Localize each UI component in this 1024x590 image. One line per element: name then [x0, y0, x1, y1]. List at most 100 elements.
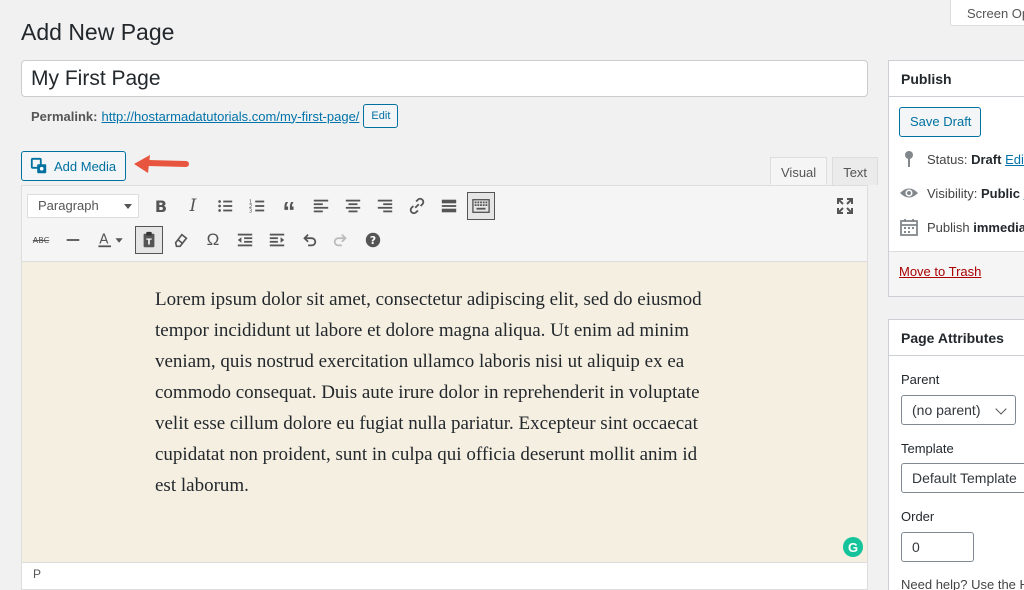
- pin-icon: [905, 151, 913, 167]
- status-value: Draft: [971, 151, 1002, 167]
- svg-text:3: 3: [249, 208, 252, 214]
- strikethrough-icon: ABC: [32, 235, 50, 245]
- chevron-down-icon: [995, 403, 1007, 415]
- move-to-trash-link[interactable]: Move to Trash: [899, 264, 981, 279]
- page-attributes-title: Page Attributes: [889, 320, 1024, 356]
- bullet-list-button[interactable]: [211, 192, 239, 220]
- insert-link-button[interactable]: [403, 192, 431, 220]
- bold-icon: B: [154, 196, 168, 216]
- content-paragraph[interactable]: Lorem ipsum dolor sit amet, consectetur …: [155, 284, 715, 501]
- format-select-value: Paragraph: [38, 198, 99, 213]
- publish-value: immediat: [973, 219, 1024, 235]
- eye-icon: [900, 188, 918, 198]
- editor-tabs: Visual Text: [770, 157, 879, 185]
- grammarly-icon[interactable]: G: [843, 537, 863, 557]
- annotation-arrow-icon: [134, 155, 189, 173]
- keyboard-shortcuts-button[interactable]: ?: [359, 226, 387, 254]
- screen-options-tab[interactable]: Screen Op: [950, 0, 1024, 26]
- blockquote-button[interactable]: “: [275, 192, 303, 226]
- publish-box-title: Publish: [889, 61, 1024, 97]
- media-icon: [30, 157, 47, 174]
- undo-button[interactable]: [295, 226, 323, 254]
- strikethrough-button[interactable]: ABC: [27, 226, 55, 254]
- editor-path-statusbar: P: [22, 562, 867, 584]
- redo-icon: [333, 233, 347, 247]
- bullet-list-icon: [218, 200, 233, 212]
- page-attributes-box: Page Attributes Parent (no parent) Templ…: [888, 319, 1024, 590]
- status-label: Status:: [927, 151, 968, 167]
- parent-select-value: (no parent): [912, 402, 981, 418]
- tab-visual[interactable]: Visual: [770, 157, 828, 185]
- paste-as-text-button[interactable]: T: [135, 226, 163, 254]
- bold-button[interactable]: B: [147, 192, 175, 220]
- add-media-button[interactable]: Add Media: [21, 151, 126, 181]
- content-editor: Paragraph B I 123 “ ABC A T Ω ? Lorem ip…: [21, 185, 868, 590]
- clear-formatting-button[interactable]: [167, 226, 195, 254]
- italic-button[interactable]: I: [179, 192, 207, 220]
- fullscreen-icon: [837, 198, 853, 214]
- parent-select[interactable]: (no parent): [901, 395, 1016, 425]
- svg-text:A: A: [99, 232, 109, 248]
- numbered-list-icon: 123: [249, 199, 265, 214]
- permalink-edit-button[interactable]: Edit: [363, 104, 399, 128]
- numbered-list-button[interactable]: 123: [243, 192, 271, 220]
- align-right-button[interactable]: [371, 192, 399, 220]
- toolbar-row-1: Paragraph B I 123 “: [27, 192, 495, 226]
- special-character-button[interactable]: Ω: [199, 226, 227, 254]
- template-select[interactable]: Default Template: [901, 463, 1024, 493]
- text-color-icon: A: [98, 232, 123, 248]
- order-input[interactable]: [901, 532, 974, 562]
- page-title-input[interactable]: [21, 60, 868, 97]
- undo-icon: [303, 233, 317, 247]
- parent-label: Parent: [901, 372, 940, 387]
- help-icon: ?: [365, 232, 381, 248]
- horizontal-line-button[interactable]: [59, 226, 87, 254]
- tab-text[interactable]: Text: [832, 157, 879, 185]
- read-more-button[interactable]: [435, 192, 463, 220]
- add-media-label: Add Media: [54, 158, 117, 174]
- permalink-row: Permalink: http://hostarmadatutorials.co…: [31, 104, 399, 128]
- link-icon: [409, 197, 425, 215]
- visibility-row: Visibility: Public E: [899, 183, 1024, 203]
- outdent-icon: [237, 233, 253, 247]
- save-draft-button[interactable]: Save Draft: [899, 107, 981, 137]
- order-label: Order: [901, 509, 935, 524]
- format-select[interactable]: Paragraph: [27, 194, 139, 218]
- indent-icon: [269, 233, 285, 247]
- template-select-value: Default Template: [912, 470, 1017, 486]
- visibility-label: Visibility:: [927, 185, 978, 201]
- fullscreen-button[interactable]: [835, 196, 857, 218]
- permalink-url-link[interactable]: http://hostarmadatutorials.com/my-first-…: [101, 109, 359, 124]
- help-text: Need help? Use the H: [901, 577, 1024, 590]
- align-right-icon: [377, 199, 393, 213]
- calendar-icon: [900, 219, 918, 236]
- horizontal-line-icon: [66, 239, 80, 241]
- svg-text:?: ?: [370, 234, 376, 247]
- caret-down-icon: [124, 204, 132, 209]
- editor-toolbar: Paragraph B I 123 “ ABC A T Ω ?: [22, 186, 867, 262]
- publish-label: Publish: [927, 219, 970, 235]
- omega-icon: Ω: [206, 230, 220, 249]
- permalink-label: Permalink:: [31, 108, 98, 124]
- redo-button[interactable]: [327, 226, 355, 254]
- text-color-button[interactable]: A: [91, 226, 131, 254]
- indent-button[interactable]: [263, 226, 291, 254]
- visibility-value: Public: [980, 185, 1020, 201]
- align-left-icon: [313, 199, 329, 213]
- outdent-button[interactable]: [231, 226, 259, 254]
- status-edit-link[interactable]: Edit: [1005, 152, 1024, 167]
- page-title: Add New Page: [21, 19, 175, 45]
- toolbar-row-2: ABC A T Ω ?: [27, 226, 387, 254]
- toolbar-toggle-button[interactable]: [467, 192, 495, 220]
- clipboard-icon: T: [143, 231, 155, 248]
- editor-content-area[interactable]: Lorem ipsum dolor sit amet, consectetur …: [22, 262, 867, 562]
- publish-box: Publish Save Draft Status: Draft Edit Vi…: [888, 60, 1024, 297]
- align-center-icon: [345, 199, 361, 213]
- quote-icon: “: [282, 196, 296, 226]
- template-label: Template: [901, 441, 954, 456]
- status-row: Status: Draft Edit: [899, 149, 1024, 169]
- align-left-button[interactable]: [307, 192, 335, 220]
- align-center-button[interactable]: [339, 192, 367, 220]
- publish-time-row: Publish immediat: [899, 217, 1024, 237]
- svg-text:T: T: [146, 237, 152, 247]
